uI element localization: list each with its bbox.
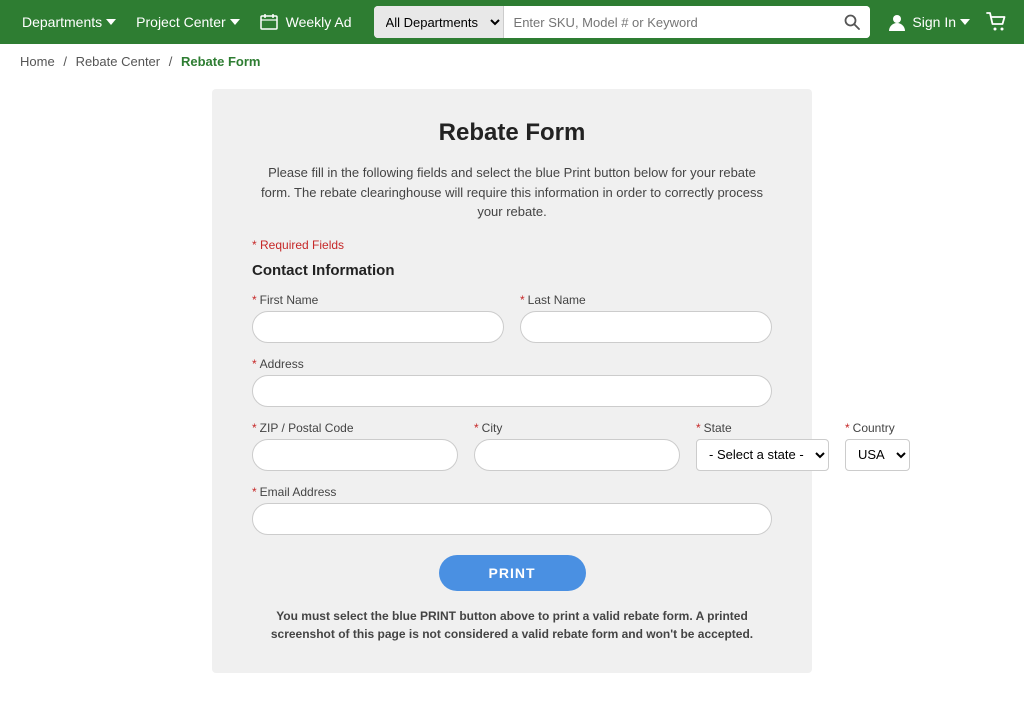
first-name-group: *First Name — [252, 293, 504, 343]
breadcrumb-current: Rebate Form — [181, 54, 260, 69]
zip-city-state-country-row: *ZIP / Postal Code *City *State - Select… — [252, 421, 772, 471]
sign-in-label: Sign In — [912, 14, 956, 30]
rebate-form-container: Rebate Form Please fill in the following… — [212, 89, 812, 673]
departments-chevron-icon — [106, 19, 116, 25]
email-input[interactable] — [252, 503, 772, 535]
country-label: *Country — [845, 421, 910, 435]
last-name-required-star: * — [520, 293, 525, 307]
zip-required-star: * — [252, 421, 257, 435]
last-name-group: *Last Name — [520, 293, 772, 343]
country-group: *Country USA — [845, 421, 910, 471]
first-name-required-star: * — [252, 293, 257, 307]
signin-chevron-icon — [960, 19, 970, 25]
project-center-nav[interactable]: Project Center — [130, 14, 245, 30]
address-label: *Address — [252, 357, 772, 371]
weekly-ad-icon — [260, 13, 278, 31]
email-label: *Email Address — [252, 485, 772, 499]
city-required-star: * — [474, 421, 479, 435]
search-input[interactable] — [504, 6, 835, 38]
form-description: Please fill in the following fields and … — [252, 163, 772, 222]
name-row: *First Name *Last Name — [252, 293, 772, 343]
city-label: *City — [474, 421, 680, 435]
state-required-star: * — [696, 421, 701, 435]
last-name-label: *Last Name — [520, 293, 772, 307]
state-select[interactable]: - Select a state - — [696, 439, 829, 471]
required-fields-note: * Required Fields — [252, 238, 772, 252]
state-group: *State - Select a state - — [696, 421, 829, 471]
city-input[interactable] — [474, 439, 680, 471]
last-name-input[interactable] — [520, 311, 772, 343]
project-center-label: Project Center — [136, 14, 225, 30]
breadcrumb: Home / Rebate Center / Rebate Form — [0, 44, 1024, 79]
email-group: *Email Address — [252, 485, 772, 535]
address-required-star: * — [252, 357, 257, 371]
contact-info-heading: Contact Information — [252, 262, 772, 279]
address-row: *Address — [252, 357, 772, 407]
project-center-chevron-icon — [230, 19, 240, 25]
search-icon — [844, 14, 860, 30]
address-input[interactable] — [252, 375, 772, 407]
address-group: *Address — [252, 357, 772, 407]
breadcrumb-home[interactable]: Home — [20, 54, 55, 69]
weekly-ad-label: Weekly Ad — [286, 14, 352, 30]
zip-group: *ZIP / Postal Code — [252, 421, 458, 471]
email-required-star: * — [252, 485, 257, 499]
user-icon — [886, 11, 908, 33]
cart-icon — [986, 11, 1008, 33]
first-name-label: *First Name — [252, 293, 504, 307]
breadcrumb-separator-1: / — [63, 54, 67, 69]
sign-in-area[interactable]: Sign In — [886, 11, 970, 33]
country-required-star: * — [845, 421, 850, 435]
print-note: You must select the blue PRINT button ab… — [252, 607, 772, 643]
breadcrumb-rebate-center[interactable]: Rebate Center — [76, 54, 161, 69]
country-select[interactable]: USA — [845, 439, 910, 471]
first-name-input[interactable] — [252, 311, 504, 343]
search-bar: All Departments — [374, 6, 871, 38]
zip-input[interactable] — [252, 439, 458, 471]
search-button[interactable] — [834, 6, 870, 38]
breadcrumb-separator-2: / — [169, 54, 173, 69]
zip-label: *ZIP / Postal Code — [252, 421, 458, 435]
departments-label: Departments — [22, 14, 102, 30]
cart-area[interactable] — [986, 11, 1008, 33]
header: Departments Project Center Weekly Ad All… — [0, 0, 1024, 44]
department-select[interactable]: All Departments — [374, 6, 504, 38]
state-label: *State — [696, 421, 829, 435]
main-content: Rebate Form Please fill in the following… — [0, 79, 1024, 703]
city-group: *City — [474, 421, 680, 471]
form-title: Rebate Form — [252, 119, 772, 147]
weekly-ad-nav[interactable]: Weekly Ad — [254, 13, 358, 31]
print-button[interactable]: PRINT — [439, 555, 586, 591]
departments-nav[interactable]: Departments — [16, 14, 122, 30]
email-row: *Email Address — [252, 485, 772, 535]
